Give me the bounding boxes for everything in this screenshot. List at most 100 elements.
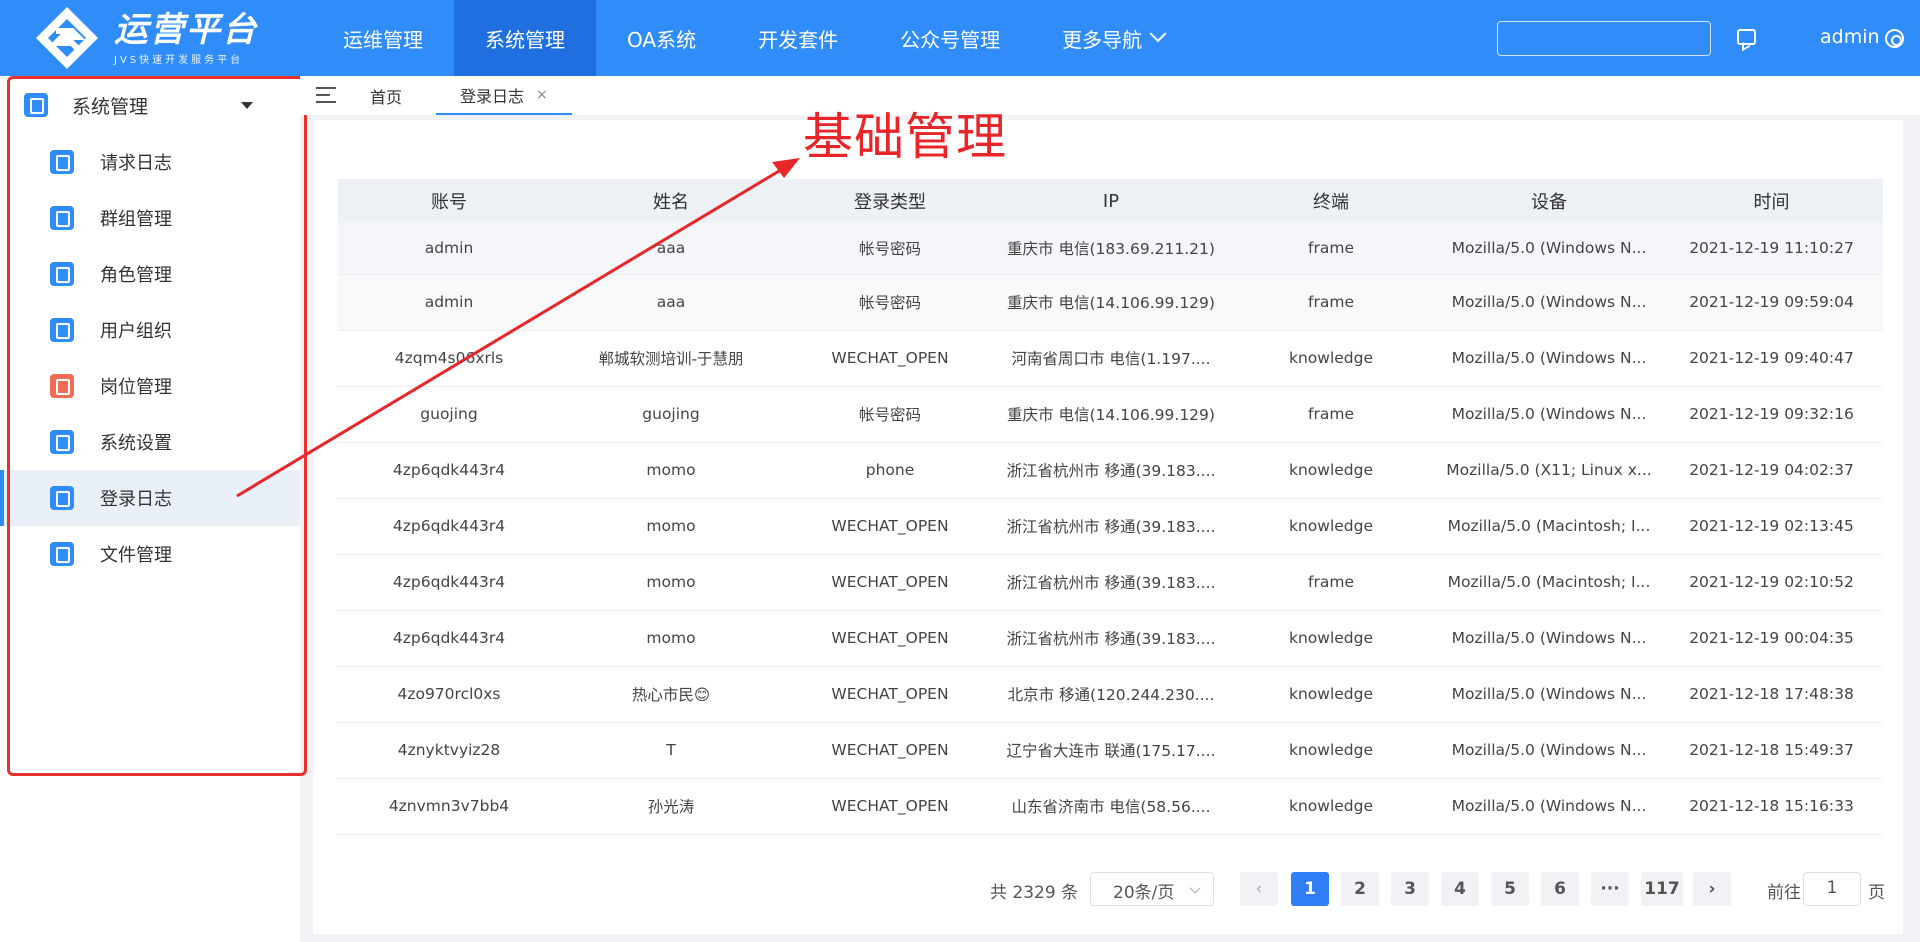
page-button[interactable]: 2 [1341,872,1379,906]
sidebar-item-group[interactable]: 群组管理 [0,190,300,246]
login-type-cell: WECHAT_OPEN [782,330,998,387]
page-button[interactable]: 4 [1441,872,1479,906]
page-button[interactable]: 1 [1291,872,1329,906]
name-cell: 郸城软测培训-于慧朋 [560,330,782,387]
column-header[interactable]: 终端 [1224,179,1438,223]
table-row[interactable]: 4zp6qdk443r4 momo WECHAT_OPEN 浙江省杭州市 移通(39.… [338,610,1883,667]
nav-item-ops[interactable]: 运维管理 [312,0,454,76]
ip-cell: 重庆市 电信(14.106.99.129) [998,274,1224,331]
table-row[interactable]: 4znvmn3v7bb4 孙光涛 WECHAT_OPEN 山东省济南市 电信(58.5… [338,778,1883,835]
sidebar-item-label: 文件管理 [100,545,172,566]
account-cell: admin [338,223,560,275]
column-header[interactable]: 登录类型 [782,179,998,223]
ip-cell: 浙江省杭州市 移通(39.183.... [998,610,1224,667]
ip-cell: 浙江省杭州市 移通(39.183.... [998,442,1224,499]
more-pages-button[interactable]: ··· [1591,872,1629,906]
login-type-cell: WECHAT_OPEN [782,666,998,723]
table-row[interactable]: 4zp6qdk443r4 momo WECHAT_OPEN 浙江省杭州市 移通(39.… [338,498,1883,555]
login-log-table: 账号 姓名 登录类型 IP 终端 设备 时间 admin aaa 帐号密码 重庆市 电… [338,179,1883,835]
column-header[interactable]: 姓名 [560,179,782,223]
name-cell: momo [560,442,782,499]
content-panel: 账号 姓名 登录类型 IP 终端 设备 时间 admin aaa 帐号密码 重庆市 电… [313,120,1903,934]
page-size-select[interactable]: 20条/页 [1090,872,1214,906]
total-count: 共 2329 条 [990,883,1079,903]
table-row[interactable]: 4zp6qdk443r4 momo WECHAT_OPEN 浙江省杭州市 移通(39.… [338,554,1883,611]
device-cell: Mozilla/5.0 (Windows N... [1438,274,1660,331]
search-input[interactable] [1497,21,1711,56]
nav-item-wechat[interactable]: 公众号管理 [869,0,1031,76]
menu-toggle-icon[interactable] [316,87,336,103]
page-button[interactable]: 6 [1541,872,1579,906]
sidebar-item-file[interactable]: 文件管理 [0,526,300,582]
terminal-cell: knowledge [1224,666,1438,723]
position-icon [50,374,74,398]
caret-down-icon [241,101,254,109]
account-cell: 4zp6qdk443r4 [338,554,560,611]
ip-cell: 浙江省杭州市 移通(39.183.... [998,554,1224,611]
sidebar-item-login-log[interactable]: 登录日志 [0,470,300,526]
terminal-cell: knowledge [1224,610,1438,667]
goto-page-input[interactable]: 1 [1803,872,1861,906]
sidebar-item-request-log[interactable]: 请求日志 [0,134,300,190]
nav-item-system[interactable]: 系统管理 [454,0,596,76]
close-icon[interactable]: × [536,87,548,103]
terminal-cell: knowledge [1224,722,1438,779]
login-log-icon [50,486,74,510]
table-row[interactable]: 4zqm4s06xrls 郸城软测培训-于慧朋 WECHAT_OPEN 河南省周口市 … [338,330,1883,387]
time-cell: 2021-12-19 09:59:04 [1660,274,1883,331]
table-row[interactable]: guojing guojing 帐号密码 重庆市 电信(14.106.99.129) f… [338,386,1883,443]
ip-cell: 重庆市 电信(14.106.99.129) [998,386,1224,443]
terminal-cell: frame [1224,386,1438,443]
table-row[interactable]: admin aaa 帐号密码 重庆市 电信(183.69.211.21) frame Mo… [338,223,1883,275]
sidebar-item-position[interactable]: 岗位管理 [0,358,300,414]
table-row[interactable]: 4zo970rcl0xs 热心市民😊 WECHAT_OPEN 北京市 移通(120.2… [338,666,1883,723]
name-cell: momo [560,554,782,611]
account-cell: admin [338,274,560,331]
table-row[interactable]: admin aaa 帐号密码 重庆市 电信(14.106.99.129) frame Mo… [338,274,1883,331]
message-icon[interactable] [1737,29,1756,45]
column-header[interactable]: 设备 [1438,179,1660,223]
name-cell: 热心市民😊 [560,666,782,723]
time-cell: 2021-12-19 11:10:27 [1660,223,1883,275]
sidebar-section-system[interactable]: 系统管理 [0,76,300,134]
nav-item-devkit[interactable]: 开发套件 [727,0,869,76]
page-button[interactable]: 5 [1491,872,1529,906]
device-cell: Mozilla/5.0 (Macintosh; I... [1438,554,1660,611]
column-header[interactable]: 时间 [1660,179,1883,223]
sidebar-item-user-org[interactable]: 用户组织 [0,302,300,358]
tab-home[interactable]: 首页 [336,76,436,115]
terminal-cell: frame [1224,223,1438,275]
page-button[interactable]: 3 [1391,872,1429,906]
time-cell: 2021-12-19 02:13:45 [1660,498,1883,555]
column-header[interactable]: IP [998,179,1224,223]
time-cell: 2021-12-18 15:16:33 [1660,778,1883,835]
table-row[interactable]: 4zp6qdk443r4 momo phone 浙江省杭州市 移通(39.183...… [338,442,1883,499]
ip-cell: 辽宁省大连市 联通(175.17.... [998,722,1224,779]
tab-login-log[interactable]: 登录日志 × [436,76,572,115]
sidebar-item-role[interactable]: 角色管理 [0,246,300,302]
ip-cell: 河南省周口市 电信(1.197.... [998,330,1224,387]
brand-logo[interactable]: 运营平台 JVS快速开发服务平台 [0,0,300,76]
next-page-button[interactable]: › [1693,872,1731,906]
nav-item-oa[interactable]: OA系统 [596,0,727,76]
gear-icon[interactable] [1885,29,1904,48]
page-button[interactable]: 117 [1641,872,1683,906]
device-cell: Mozilla/5.0 (Windows N... [1438,386,1660,443]
login-type-cell: 帐号密码 [782,223,998,275]
table-header-row: 账号 姓名 登录类型 IP 终端 设备 时间 [338,179,1883,223]
login-type-cell: WECHAT_OPEN [782,498,998,555]
column-header[interactable]: 账号 [338,179,560,223]
ip-cell: 重庆市 电信(183.69.211.21) [998,223,1224,275]
prev-page-button[interactable]: ‹ [1240,872,1278,906]
sidebar-item-label: 请求日志 [100,153,172,174]
user-name[interactable]: admin [1820,26,1880,48]
device-cell: Mozilla/5.0 (Windows N... [1438,778,1660,835]
device-cell: Mozilla/5.0 (Windows N... [1438,330,1660,387]
sidebar-item-settings[interactable]: 系统设置 [0,414,300,470]
table-row[interactable]: 4znyktvyiz28 T WECHAT_OPEN 辽宁省大连市 联通(175.17… [338,722,1883,779]
brand-subtitle: JVS快速开发服务平台 [114,54,244,66]
main-nav: 运维管理 系统管理 OA系统 开发套件 公众号管理 更多导航 [312,0,1195,76]
terminal-cell: knowledge [1224,442,1438,499]
nav-item-more[interactable]: 更多导航 [1031,0,1195,76]
user-org-icon [50,318,74,342]
